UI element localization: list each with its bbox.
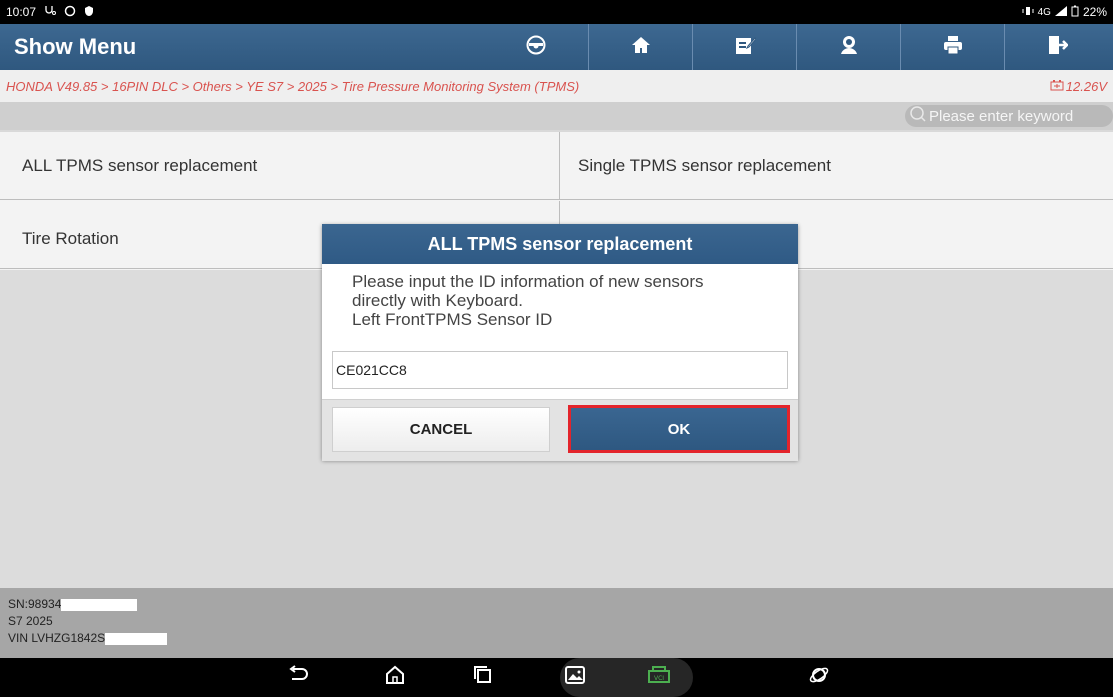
sensor-id-input[interactable] bbox=[332, 351, 788, 389]
image-icon bbox=[564, 665, 586, 690]
home-button[interactable] bbox=[588, 24, 692, 70]
dialog-all-tpms-replacement: ALL TPMS sensor replacement Please input… bbox=[322, 224, 798, 461]
back-button[interactable] bbox=[268, 662, 328, 693]
redaction bbox=[105, 632, 168, 645]
user-icon bbox=[838, 34, 860, 61]
app-header: Show Menu bbox=[0, 24, 1113, 70]
page-title: Show Menu bbox=[14, 34, 137, 59]
screenshot-button[interactable] bbox=[545, 662, 605, 693]
cancel-button[interactable]: CANCEL bbox=[332, 407, 550, 452]
breadcrumb: HONDA V49.85 > 16PIN DLC > Others > YE S… bbox=[0, 70, 1113, 102]
print-button[interactable] bbox=[900, 24, 1004, 70]
ok-button[interactable]: OK bbox=[568, 405, 790, 453]
redaction bbox=[61, 598, 138, 611]
voltage-value: 12.26V bbox=[1065, 78, 1107, 94]
dialog-message: Please input the ID information of new s… bbox=[352, 272, 704, 329]
browser-button[interactable] bbox=[789, 662, 849, 693]
back-icon bbox=[287, 665, 309, 690]
menu-item-single-tpms-replacement[interactable]: Single TPMS sensor replacement bbox=[560, 132, 1113, 200]
menu-item-label: ALL TPMS sensor replacement bbox=[22, 155, 258, 175]
search-icon bbox=[909, 105, 927, 128]
home-icon bbox=[630, 34, 652, 61]
message-icon bbox=[64, 5, 76, 20]
planet-icon bbox=[808, 664, 830, 691]
status-bar: 10:07 4G 22% bbox=[0, 0, 1113, 24]
shield-icon bbox=[84, 5, 94, 20]
dialog-title: ALL TPMS sensor replacement bbox=[322, 224, 798, 264]
serial-number: SN:98934 bbox=[8, 597, 62, 611]
home-nav-button[interactable] bbox=[365, 662, 425, 693]
menu-item-all-tpms-replacement[interactable]: ALL TPMS sensor replacement bbox=[0, 132, 560, 200]
svg-text:VCI: VCI bbox=[654, 675, 664, 682]
recents-button[interactable] bbox=[453, 662, 513, 693]
stethoscope-icon bbox=[44, 5, 57, 20]
dialog-button-bar: CANCEL OK bbox=[322, 399, 798, 461]
battery-icon bbox=[1071, 5, 1079, 20]
search-box bbox=[905, 105, 1113, 127]
battery-level: 22% bbox=[1082, 5, 1107, 19]
breadcrumb-path: HONDA V49.85 > 16PIN DLC > Others > YE S… bbox=[6, 78, 580, 94]
edit-button[interactable] bbox=[692, 24, 796, 70]
search-input[interactable] bbox=[927, 106, 1111, 126]
steering-wheel-icon bbox=[525, 34, 547, 61]
steering-wheel-button[interactable] bbox=[484, 24, 588, 70]
battery-voltage-icon bbox=[1050, 79, 1064, 94]
print-icon bbox=[942, 34, 964, 61]
vci-icon: VCI bbox=[646, 665, 672, 690]
menu-item-label: Single TPMS sensor replacement bbox=[578, 155, 831, 175]
clock: 10:07 bbox=[6, 5, 37, 19]
network-label: 4G bbox=[1037, 6, 1051, 18]
vehicle-info: SN:98934 S7 2025 VIN LVHZG1842S bbox=[0, 588, 1113, 658]
toolbar bbox=[484, 24, 1108, 70]
menu-item-label: Tire Rotation bbox=[22, 229, 119, 248]
home-outline-icon bbox=[384, 664, 406, 691]
exit-button[interactable] bbox=[1004, 24, 1108, 70]
edit-icon bbox=[734, 34, 757, 61]
voltage-indicator: 12.26V bbox=[1050, 79, 1107, 94]
search-bar bbox=[0, 102, 1113, 130]
user-button[interactable] bbox=[796, 24, 900, 70]
vehicle-model: S7 2025 bbox=[8, 614, 53, 628]
signal-icon bbox=[1054, 5, 1067, 19]
vin-number: VIN LVHZG1842S bbox=[8, 631, 106, 645]
vibrate-icon bbox=[1022, 5, 1034, 19]
vci-button[interactable]: VCI bbox=[629, 662, 689, 693]
exit-icon bbox=[1046, 34, 1069, 61]
navigation-bar: VCI bbox=[0, 658, 1113, 697]
recents-icon bbox=[473, 665, 493, 690]
